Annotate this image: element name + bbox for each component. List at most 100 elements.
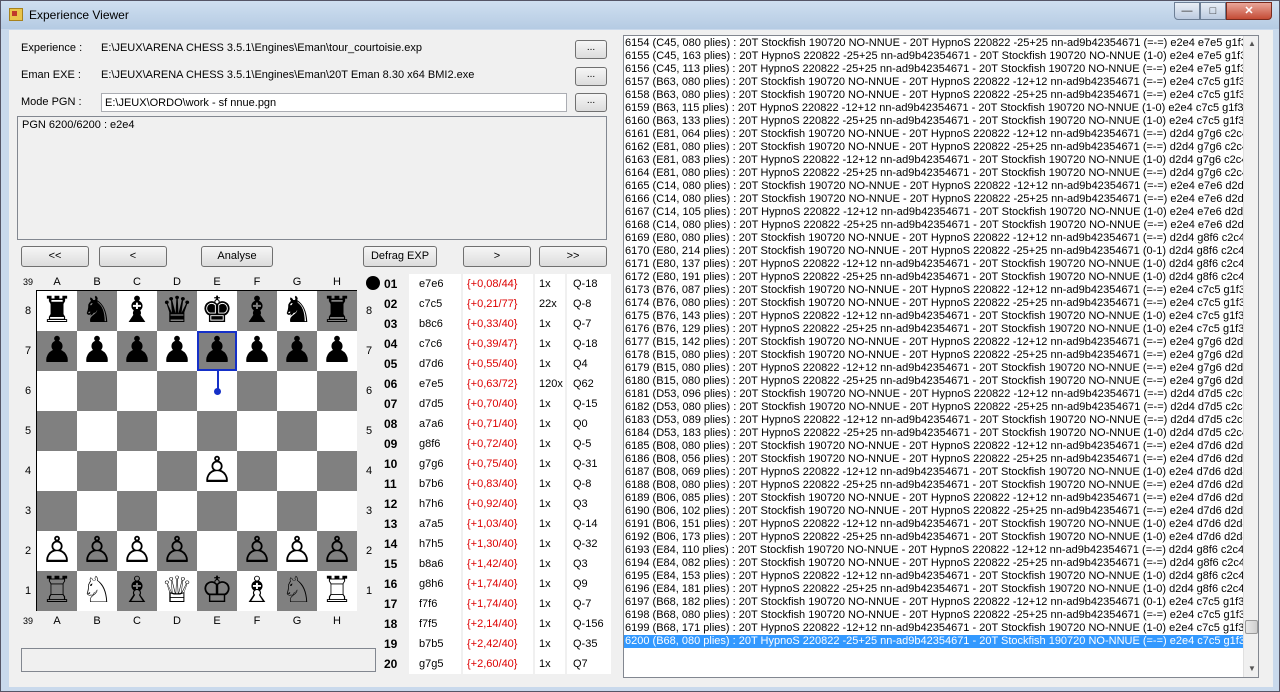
game-list-item[interactable]: 6159 (B63, 115 plies) : 20T HypnoS 22082… [624, 102, 1243, 115]
game-list-item[interactable]: 6181 (D53, 096 plies) : 20T Stockfish 19… [624, 388, 1243, 401]
game-list-item[interactable]: 6182 (D53, 080 plies) : 20T Stockfish 19… [624, 401, 1243, 414]
move-row[interactable]: 09 g8f6 {+0,72/40} 1x Q-5 [381, 434, 611, 454]
square-a1[interactable]: ♖ [37, 571, 77, 611]
square-g4[interactable] [277, 451, 317, 491]
square-a5[interactable] [37, 411, 77, 451]
square-e4[interactable]: ♙ [197, 451, 237, 491]
pgn-input[interactable] [101, 93, 567, 112]
move-row[interactable]: 13 a7a5 {+1,03/40} 1x Q-14 [381, 514, 611, 534]
square-h7[interactable]: ♟ [317, 331, 357, 371]
game-list-item[interactable]: 6187 (B08, 069 plies) : 20T HypnoS 22082… [624, 466, 1243, 479]
square-a3[interactable] [37, 491, 77, 531]
square-h8[interactable]: ♜ [317, 291, 357, 331]
game-list-item[interactable]: 6158 (B63, 080 plies) : 20T Stockfish 19… [624, 89, 1243, 102]
move-row[interactable]: 19 b7b5 {+2,42/40} 1x Q-35 [381, 634, 611, 654]
scroll-thumb[interactable] [1245, 620, 1258, 634]
square-a2[interactable]: ♙ [37, 531, 77, 571]
square-a7[interactable]: ♟ [37, 331, 77, 371]
square-g5[interactable] [277, 411, 317, 451]
move-row[interactable]: 10 g7g6 {+0,75/40} 1x Q-31 [381, 454, 611, 474]
last-button[interactable]: >> [539, 246, 607, 267]
square-a6[interactable] [37, 371, 77, 411]
square-h3[interactable] [317, 491, 357, 531]
game-list-item[interactable]: 6183 (D53, 089 plies) : 20T HypnoS 22082… [624, 414, 1243, 427]
square-b6[interactable] [77, 371, 117, 411]
square-d7[interactable]: ♟ [157, 331, 197, 371]
game-list-item[interactable]: 6161 (E81, 064 plies) : 20T Stockfish 19… [624, 128, 1243, 141]
game-list-item[interactable]: 6155 (C45, 163 plies) : 20T HypnoS 22082… [624, 50, 1243, 63]
square-d3[interactable] [157, 491, 197, 531]
move-row[interactable]: 16 g8h6 {+1,74/40} 1x Q9 [381, 574, 611, 594]
square-d8[interactable]: ♛ [157, 291, 197, 331]
square-d1[interactable]: ♕ [157, 571, 197, 611]
square-h1[interactable]: ♖ [317, 571, 357, 611]
chess-board[interactable]: ♜ ♞ ♝ ♛ ♚ ♝ ♞ ♜ ♟ ♟ ♟ ♟ ♟ ♟ ♟ ♟ ♙ ♙ ♙ ♙ ♙ ♙ ♙ ♙ ♖ ♘ ♗ ♕ ♔ ♗ ♘ ♖ [36, 290, 357, 611]
square-c3[interactable] [117, 491, 157, 531]
move-row[interactable]: 18 f7f5 {+2,14/40} 1x Q-156 [381, 614, 611, 634]
square-b3[interactable] [77, 491, 117, 531]
analyse-button[interactable]: Analyse [201, 246, 273, 267]
square-d4[interactable] [157, 451, 197, 491]
experience-browse-button[interactable]: ... [575, 40, 607, 59]
game-list-item[interactable]: 6172 (E80, 191 plies) : 20T HypnoS 22082… [624, 271, 1243, 284]
square-h2[interactable]: ♙ [317, 531, 357, 571]
square-c7[interactable]: ♟ [117, 331, 157, 371]
game-list-item[interactable]: 6186 (B08, 056 plies) : 20T Stockfish 19… [624, 453, 1243, 466]
game-list-item[interactable]: 6170 (E80, 214 plies) : 20T Stockfish 19… [624, 245, 1243, 258]
game-list-item[interactable]: 6160 (B63, 133 plies) : 20T HypnoS 22082… [624, 115, 1243, 128]
square-b4[interactable] [77, 451, 117, 491]
game-list-item[interactable]: 6179 (B15, 080 plies) : 20T HypnoS 22082… [624, 362, 1243, 375]
next-button[interactable]: > [463, 246, 531, 267]
move-row[interactable]: 06 e7e5 {+0,63/72} 120x Q62 [381, 374, 611, 394]
game-list-item[interactable]: 6156 (C45, 113 plies) : 20T HypnoS 22082… [624, 63, 1243, 76]
vertical-scrollbar[interactable]: ▲ ▼ [1243, 36, 1258, 677]
move-row[interactable]: 17 f7f6 {+1,74/40} 1x Q-7 [381, 594, 611, 614]
move-row[interactable]: 11 b7b6 {+0,83/40} 1x Q-8 [381, 474, 611, 494]
square-g3[interactable] [277, 491, 317, 531]
game-list-item[interactable]: 6157 (B63, 080 plies) : 20T Stockfish 19… [624, 76, 1243, 89]
square-b1[interactable]: ♘ [77, 571, 117, 611]
square-d2[interactable]: ♙ [157, 531, 197, 571]
move-row[interactable]: 08 a7a6 {+0,71/40} 1x Q0 [381, 414, 611, 434]
square-e3[interactable] [197, 491, 237, 531]
square-f6[interactable] [237, 371, 277, 411]
game-list-item[interactable]: 6162 (E81, 080 plies) : 20T Stockfish 19… [624, 141, 1243, 154]
move-row[interactable]: 20 g7g5 {+2,60/40} 1x Q7 [381, 654, 611, 674]
square-a4[interactable] [37, 451, 77, 491]
square-f3[interactable] [237, 491, 277, 531]
game-list-item[interactable]: 6169 (E80, 080 plies) : 20T Stockfish 19… [624, 232, 1243, 245]
square-e5[interactable] [197, 411, 237, 451]
game-list-item[interactable]: 6193 (E84, 110 plies) : 20T Stockfish 19… [624, 544, 1243, 557]
scroll-down-icon[interactable]: ▼ [1244, 661, 1258, 677]
maximize-button[interactable]: □ [1200, 2, 1226, 20]
move-row[interactable]: 05 d7d6 {+0,55/40} 1x Q4 [381, 354, 611, 374]
square-h6[interactable] [317, 371, 357, 411]
move-row[interactable]: 14 h7h5 {+1,30/40} 1x Q-32 [381, 534, 611, 554]
move-row[interactable]: 04 c7c6 {+0,39/47} 1x Q-18 [381, 334, 611, 354]
game-list-item[interactable]: 6178 (B15, 080 plies) : 20T Stockfish 19… [624, 349, 1243, 362]
title-bar[interactable]: Experience Viewer — □ ✕ [1, 1, 1279, 29]
square-e1[interactable]: ♔ [197, 571, 237, 611]
square-d6[interactable] [157, 371, 197, 411]
square-b2[interactable]: ♙ [77, 531, 117, 571]
square-f2[interactable]: ♙ [237, 531, 277, 571]
game-list-item[interactable]: 6167 (C14, 105 plies) : 20T HypnoS 22082… [624, 206, 1243, 219]
first-button[interactable]: << [21, 246, 89, 267]
game-list-item[interactable]: 6165 (C14, 080 plies) : 20T Stockfish 19… [624, 180, 1243, 193]
game-list-item[interactable]: 6197 (B68, 182 plies) : 20T Stockfish 19… [624, 596, 1243, 609]
square-h4[interactable] [317, 451, 357, 491]
square-c1[interactable]: ♗ [117, 571, 157, 611]
prev-button[interactable]: < [99, 246, 167, 267]
square-b7[interactable]: ♟ [77, 331, 117, 371]
move-row[interactable]: 03 b8c6 {+0,33/40} 1x Q-7 [381, 314, 611, 334]
minimize-button[interactable]: — [1174, 2, 1200, 20]
move-row[interactable]: 07 d7d5 {+0,70/40} 1x Q-15 [381, 394, 611, 414]
game-list-item[interactable]: 6195 (E84, 153 plies) : 20T HypnoS 22082… [624, 570, 1243, 583]
square-h5[interactable] [317, 411, 357, 451]
square-e7[interactable]: ♟ [197, 331, 237, 371]
game-list-item[interactable]: 6191 (B06, 151 plies) : 20T HypnoS 22082… [624, 518, 1243, 531]
game-list-item[interactable]: 6200 (B68, 080 plies) : 20T HypnoS 22082… [624, 635, 1243, 648]
game-list-item[interactable]: 6199 (B68, 171 plies) : 20T HypnoS 22082… [624, 622, 1243, 635]
defrag-exp-button[interactable]: Defrag EXP [363, 246, 437, 267]
square-b5[interactable] [77, 411, 117, 451]
